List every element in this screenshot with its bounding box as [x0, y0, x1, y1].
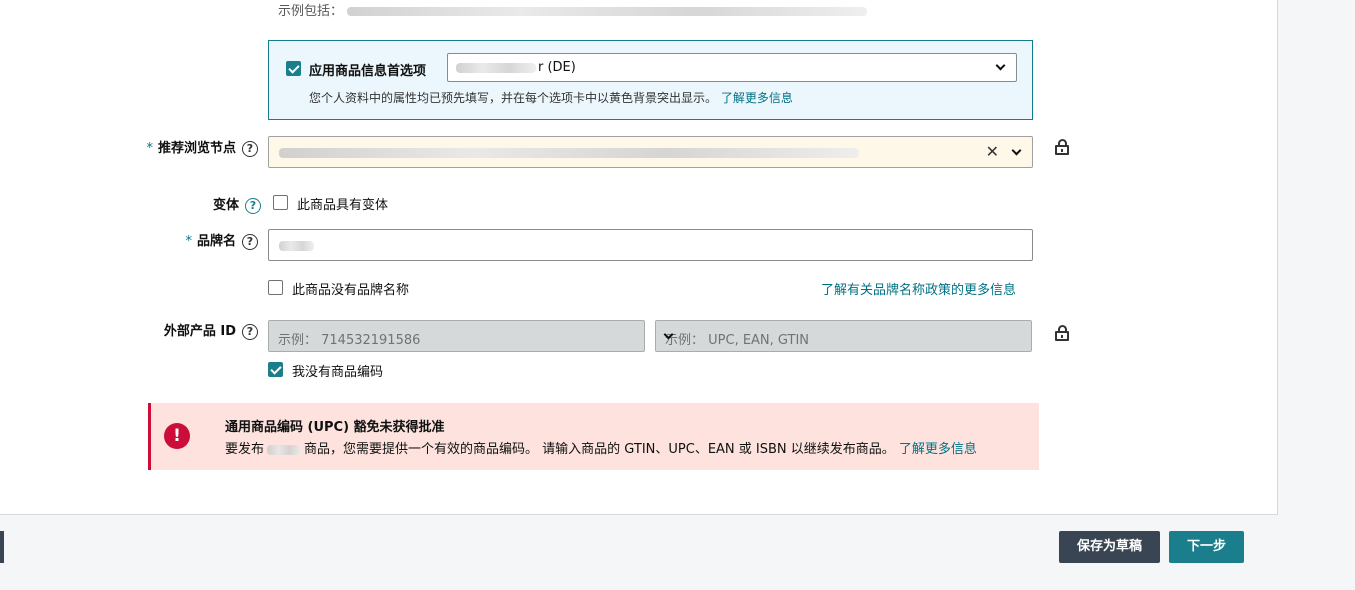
help-icon[interactable]: ?	[242, 140, 258, 157]
redacted-text	[279, 241, 314, 251]
variation-checkbox-label: 此商品具有变体	[297, 198, 389, 213]
no-brand-checkbox[interactable]	[268, 280, 283, 295]
browse-node-label: * 推荐浏览节点?	[130, 137, 258, 157]
preference-learn-more-link[interactable]: 了解更多信息	[721, 91, 793, 105]
variation-label-text: 变体	[212, 198, 239, 213]
external-id-label-text: 外部产品 ID	[163, 324, 236, 339]
error-icon: !	[164, 423, 190, 449]
external-id-type-select[interactable]: 示例： UPC, EAN, GTIN	[655, 320, 1032, 352]
redacted-text	[347, 7, 868, 16]
back-button-edge[interactable]	[0, 531, 4, 563]
form-panel: 示例包括： 应用商品信息首选项 r (DE) 您个人资料中的属性均已预先填写，并…	[0, 0, 1278, 515]
variation-label: 变体?	[190, 194, 261, 214]
preference-description: 您个人资料中的属性均已预先填写，并在每个选项卡中以黄色背景突出显示。 了解更多信…	[309, 89, 793, 106]
lock-icon[interactable]	[1055, 325, 1069, 341]
alert-description: 要发布 商品，您需要提供一个有效的商品编码。 请输入商品的 GTIN、UPC、EA…	[225, 438, 977, 457]
redacted-text	[267, 444, 302, 455]
redacted-text	[279, 148, 859, 158]
required-marker: *	[146, 141, 153, 156]
no-brand-label: 此商品没有品牌名称	[292, 283, 410, 298]
alert-title: 通用商品编码 (UPC) 豁免未获得批准	[225, 420, 445, 435]
help-icon[interactable]: ?	[242, 323, 258, 340]
redacted-text	[456, 62, 536, 73]
preference-label: 应用商品信息首选项	[309, 64, 427, 79]
chevron-down-icon	[995, 60, 1006, 71]
product-preference-box: 应用商品信息首选项 r (DE) 您个人资料中的属性均已预先填写，并在每个选项卡…	[268, 40, 1033, 120]
preference-checkbox[interactable]	[286, 61, 301, 76]
external-id-type-placeholder: 示例： UPC, EAN, GTIN	[665, 333, 810, 348]
brand-label-text: 品牌名	[196, 234, 236, 249]
brand-policy-link[interactable]: 了解有关品牌名称政策的更多信息	[821, 279, 1016, 298]
next-button[interactable]: 下一步	[1169, 531, 1244, 563]
alert-desc-suffix: 商品，您需要提供一个有效的商品编码。 请输入商品的 GTIN、UPC、EAN 或…	[304, 442, 895, 457]
alert-learn-more-link[interactable]: 了解更多信息	[899, 442, 977, 457]
brand-name-input[interactable]	[268, 229, 1033, 261]
example-text: 示例包括：	[278, 0, 868, 19]
external-id-placeholder: 示例： 714532191586	[278, 333, 421, 348]
browse-node-label-text: 推荐浏览节点	[157, 141, 236, 156]
no-product-code-label: 我没有商品编码	[292, 365, 384, 380]
external-id-input[interactable]: 示例： 714532191586	[268, 320, 645, 352]
required-marker: *	[185, 234, 192, 249]
clear-icon[interactable]: ✕	[986, 142, 999, 161]
preference-description-text: 您个人资料中的属性均已预先填写，并在每个选项卡中以黄色背景突出显示。	[309, 91, 718, 105]
variation-checkbox[interactable]	[273, 195, 288, 210]
preference-selected-value: r (DE)	[456, 60, 576, 75]
upc-exemption-alert: ! 通用商品编码 (UPC) 豁免未获得批准 要发布 商品，您需要提供一个有效的商…	[148, 403, 1039, 470]
help-icon[interactable]: ?	[245, 197, 261, 214]
example-prefix: 示例包括：	[278, 4, 344, 19]
preference-select[interactable]: r (DE)	[447, 53, 1017, 82]
browse-node-select[interactable]: ✕	[268, 136, 1033, 168]
chevron-down-icon	[1011, 145, 1022, 156]
lock-icon[interactable]	[1055, 139, 1069, 155]
save-draft-button[interactable]: 保存为草稿	[1059, 531, 1160, 563]
help-icon[interactable]: ?	[242, 233, 258, 250]
external-id-label: 外部产品 ID?	[140, 320, 258, 340]
brand-label: * 品牌名?	[150, 230, 258, 250]
no-product-code-checkbox[interactable]	[268, 362, 283, 377]
preference-value-suffix: r (DE)	[538, 60, 576, 75]
alert-desc-prefix: 要发布	[225, 442, 265, 457]
